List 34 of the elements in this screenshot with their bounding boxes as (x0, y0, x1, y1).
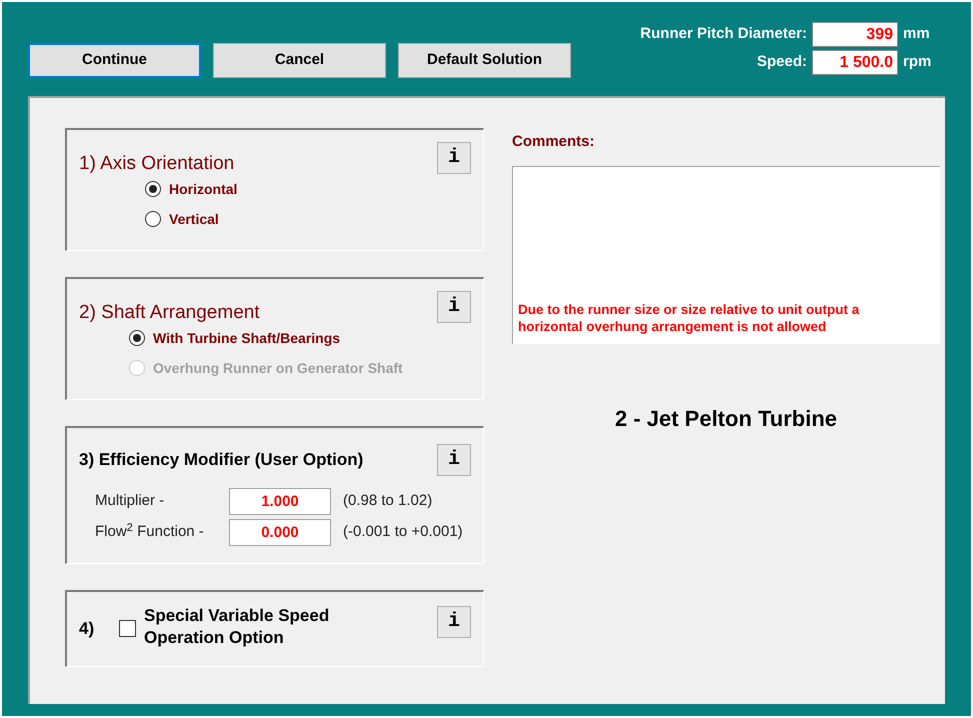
section-number: 4) (79, 618, 96, 640)
checkbox[interactable] (119, 620, 136, 637)
radio-option[interactable]: With Turbine Shaft/Bearings (129, 328, 340, 348)
comments-label: Comments: (512, 132, 596, 152)
info-button[interactable]: i (437, 142, 471, 174)
dialog-button[interactable]: Continue (28, 43, 201, 78)
unit-label: rpm (903, 52, 932, 72)
radio-option[interactable]: Vertical (145, 208, 219, 230)
unit-label: mm (903, 24, 931, 44)
input-field[interactable]: 1 500.0 (812, 50, 898, 75)
radio-button[interactable] (145, 181, 161, 197)
range-text: (0.98 to 1.02) (343, 491, 432, 512)
dialog-button[interactable]: Default Solution (398, 43, 571, 78)
turbine-title: 2 - Jet Pelton Turbine (614, 404, 838, 432)
dialog-button[interactable]: Cancel (213, 43, 386, 78)
section-title: 1) Axis Orientation (79, 152, 234, 176)
radio-option[interactable]: Horizontal (145, 178, 238, 200)
comment-text: Due to the runner size or size relative to unit output a horizontal overhung arrangement is not allowed (518, 300, 860, 334)
field-label: Speed: (756, 52, 807, 72)
input-field[interactable]: 399 (812, 22, 898, 47)
info-button[interactable]: i (437, 606, 471, 638)
field-label: Multiplier - (95, 491, 166, 512)
section-title: Special Variable Speed Operation Option (144, 605, 330, 649)
field-label: Runner Pitch Diameter: (640, 24, 807, 44)
section-title: 3) Efficiency Modifier (User Option) (79, 449, 364, 472)
input-field[interactable]: 1.000 (229, 488, 331, 515)
info-button[interactable]: i (437, 291, 471, 323)
input-field[interactable]: 0.000 (229, 519, 331, 546)
section-title: 2) Shaft Arrangement (79, 301, 260, 325)
field-label: Flow$^{2}$ Function - (95, 521, 205, 542)
radio-button[interactable] (129, 330, 145, 346)
info-button[interactable]: i (437, 444, 471, 476)
range-text: (-0.001 to +0.001) (343, 522, 463, 542)
radio-button[interactable] (145, 211, 161, 227)
